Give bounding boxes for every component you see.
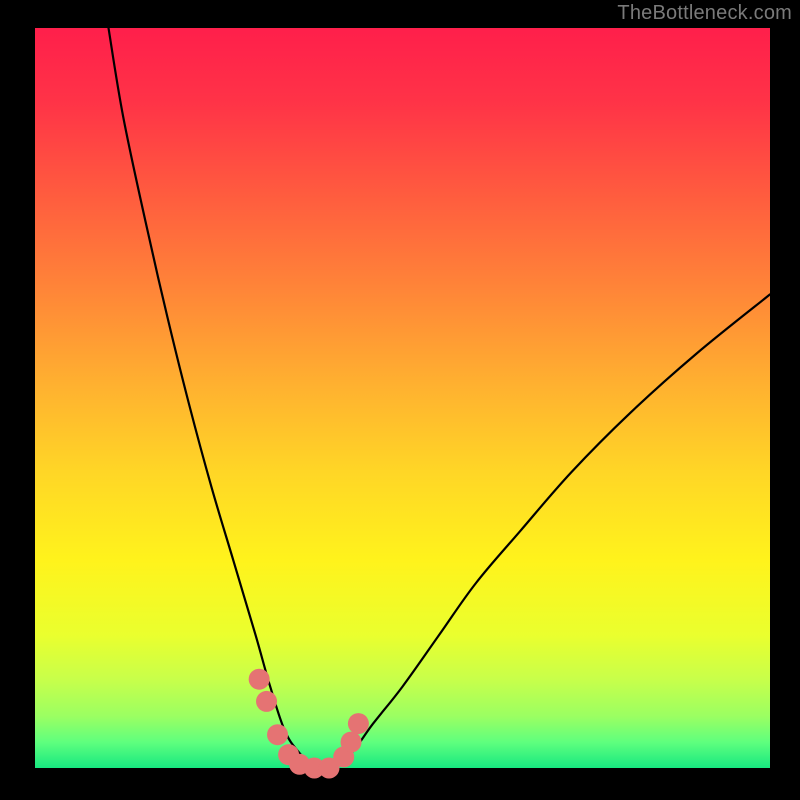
watermark-text: TheBottleneck.com bbox=[617, 2, 792, 25]
highlight-dot bbox=[249, 669, 270, 690]
chart-root: TheBottleneck.com bbox=[0, 0, 800, 800]
bottleneck-chart bbox=[0, 0, 800, 800]
highlight-dot bbox=[267, 724, 288, 745]
highlight-dot bbox=[256, 691, 277, 712]
plot-background bbox=[35, 28, 770, 768]
highlight-dot bbox=[348, 713, 369, 734]
highlight-dot bbox=[341, 732, 362, 753]
